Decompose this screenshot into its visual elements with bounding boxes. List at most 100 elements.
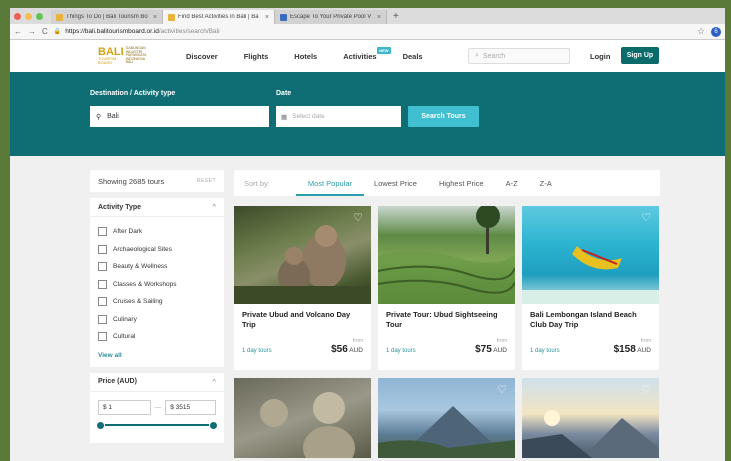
browser-window: Things To Do | Bali Tourism Bo × Find Be… [10,8,725,461]
sort-a-z[interactable]: A-Z [506,170,518,196]
tour-title[interactable]: Private Ubud and Volcano Day Trip [234,304,371,332]
tour-card[interactable]: ♡ Private Ubud and Volcano Day Trip from… [234,206,371,370]
new-badge: NEW [377,46,391,54]
price-currency: AUD [349,347,363,354]
signup-button[interactable]: Sign Up [621,47,659,64]
checkbox[interactable] [98,227,107,237]
tour-price: $56 AUD [331,344,363,355]
slider-track [98,423,216,426]
slider-min-handle[interactable] [96,420,105,430]
sunrise-mountain-photo-icon [522,410,659,458]
slider-max-handle[interactable] [209,420,218,430]
sort-lowest-price[interactable]: Lowest Price [374,170,417,196]
browser-tab-active[interactable]: Find Best Activities in Bali | Ba × [163,10,275,24]
sort-bar: Sort by: Most Popular Lowest Price Highe… [234,170,660,196]
sort-z-a[interactable]: Z-A [540,170,552,196]
price-amount: $158 [613,344,636,355]
location-pin-icon: ⚲ [96,113,102,121]
filter-label: Archaeological Sites [113,245,172,253]
filter-option[interactable]: Classes & Workshops [98,276,216,294]
filter-label: After Dark [113,228,143,236]
volcano-photo-icon [378,406,515,458]
date-input[interactable]: ▦ Select date [276,106,401,127]
favorite-heart-icon[interactable]: ♡ [497,383,507,396]
sort-most-popular[interactable]: Most Popular [295,170,365,196]
tab-title: Find Best Activities in Bali | Ba [178,14,259,20]
browser-tab[interactable]: Things To Do | Bali Tourism Bo × [51,10,163,24]
minimize-window-button[interactable] [25,12,32,20]
browser-tab[interactable]: Escape To Your Private Pool V × [275,10,387,24]
sort-label: Sort by: [244,178,270,188]
filter-label: Beauty & Wellness [113,263,168,271]
price-min-input[interactable]: $ 1 [98,399,151,415]
price-separator: — [154,403,162,411]
destination-value: Bali [107,113,119,120]
price-slider[interactable] [96,420,218,430]
favorite-heart-icon[interactable]: ♡ [353,211,363,224]
filter-option[interactable]: After Dark [98,223,216,241]
url-path: /activities/search/Bali [158,28,220,35]
filter-option[interactable]: Beauty & Wellness [98,258,216,276]
forward-arrow-icon[interactable]: → [28,27,36,36]
destination-input[interactable]: ⚲ Bali [90,106,269,127]
close-tab-icon[interactable]: × [153,14,157,21]
nav-hotels[interactable]: Hotels [294,52,317,61]
tour-duration: 1 day tours [530,348,560,354]
nav-activities[interactable]: Activities NEW [343,46,391,61]
checkbox[interactable] [98,297,107,307]
sort-highest-price[interactable]: Highest Price [439,170,484,196]
tour-card[interactable]: ♡ Bali Lembongan Island Beach Club Day T… [522,206,659,370]
bookmark-star-icon[interactable]: ☆ [697,26,705,37]
favicon-icon [168,13,175,21]
filter-option[interactable]: Cultural [98,328,216,346]
filter-label: Culinary [113,315,137,323]
tour-card[interactable]: Private Tour: Ubud Sightseeing Tour from… [378,206,515,370]
url-host: https://bali.balitourismboard.or.id [65,28,159,35]
reset-button[interactable]: RESET [197,178,216,184]
chevron-up-icon: ^ [212,378,216,385]
close-tab-icon[interactable]: × [265,14,269,21]
chevron-up-icon: ^ [212,204,216,210]
checkbox[interactable] [98,279,107,289]
search-placeholder: Search [482,52,506,60]
close-window-button[interactable] [14,12,21,20]
profile-avatar[interactable]: 6 [711,26,721,37]
tour-card[interactable]: ♡ [522,378,659,458]
tour-price: $158 AUD [614,344,651,355]
reload-icon[interactable]: C [42,27,48,36]
new-tab-button[interactable]: + [387,11,405,22]
tour-card[interactable] [234,378,371,458]
checkbox[interactable] [98,332,107,342]
tour-title[interactable]: Bali Lembongan Island Beach Club Day Tri… [522,304,659,332]
favorite-heart-icon[interactable]: ♡ [641,383,651,396]
back-arrow-icon[interactable]: ← [14,27,22,36]
nav-flights[interactable]: Flights [244,52,269,61]
price-panel: Price (AUD) ^ $ 1 — $ 3515 [90,372,224,443]
price-header[interactable]: Price (AUD) ^ [90,373,224,392]
tour-title[interactable]: Private Tour: Ubud Sightseeing Tour [378,304,515,332]
checkbox[interactable] [98,314,107,324]
tour-card[interactable]: ♡ [378,378,515,458]
activity-type-title: Activity Type [98,203,142,211]
filter-option[interactable]: Cruises & Sailing [98,293,216,311]
favorite-heart-icon[interactable]: ♡ [641,211,651,224]
filter-option[interactable]: Culinary [98,311,216,329]
checkbox[interactable] [98,262,107,272]
view-all-link[interactable]: View all [90,348,224,367]
filter-option[interactable]: Archaeological Sites [98,241,216,259]
monkey-statues-photo-icon [260,392,355,458]
close-tab-icon[interactable]: × [377,14,381,21]
nav-discover[interactable]: Discover [186,52,218,61]
nav-deals[interactable]: Deals [403,52,423,61]
search-tours-button[interactable]: Search Tours [408,106,479,127]
rice-terrace-photo-icon [378,206,515,304]
price-max-input[interactable]: $ 3515 [165,399,216,415]
activity-type-header[interactable]: Activity Type ^ [90,198,224,217]
url-field[interactable]: 🔒 https://bali.balitourismboard.or.id/ac… [54,26,691,37]
site-search-input[interactable]: ⌕ Search [468,48,570,64]
checkbox[interactable] [98,244,107,254]
maximize-window-button[interactable] [36,12,43,20]
login-link[interactable]: Login [590,52,610,61]
tour-duration: 1 day tours [242,348,272,354]
site-logo[interactable]: BALI TOURISM BOARD GABUNGAN INDUSTRI PAR… [98,46,170,65]
